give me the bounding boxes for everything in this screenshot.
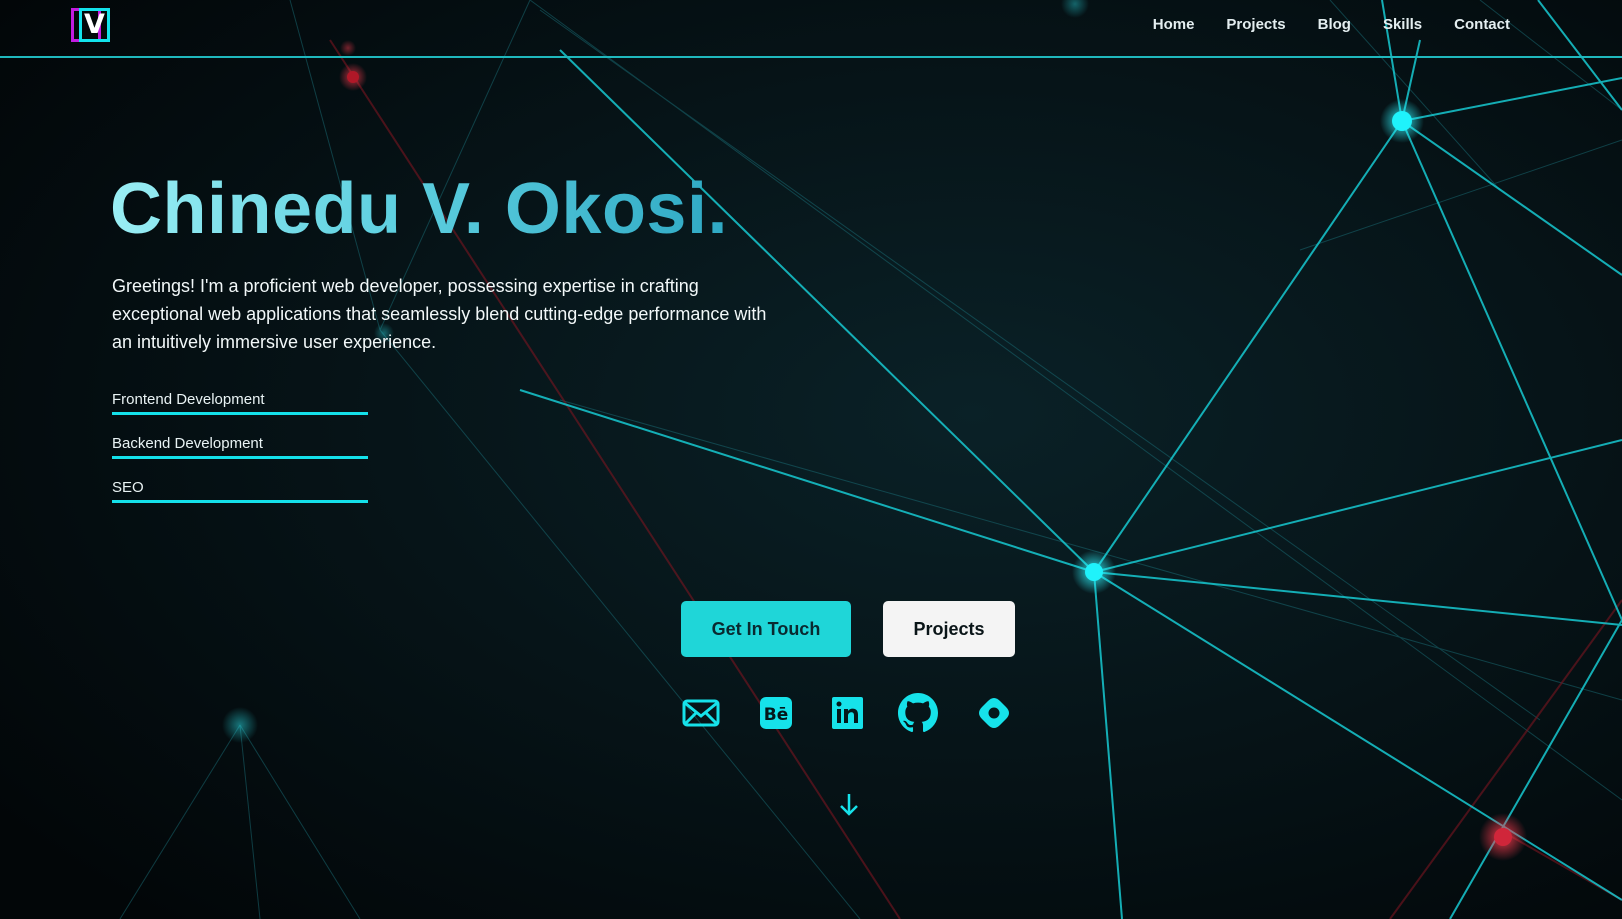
nav-link-projects[interactable]: Projects — [1226, 16, 1285, 33]
skill-bar — [112, 500, 368, 503]
mail-icon[interactable] — [681, 693, 721, 733]
top-navbar: V Home Projects Blog Skills Contact — [0, 0, 1622, 58]
hero-description: Greetings! I'm a proficient web develope… — [112, 276, 767, 352]
skill-label: SEO — [112, 479, 144, 496]
site-logo[interactable]: V — [71, 8, 111, 42]
projects-button[interactable]: Projects — [883, 601, 1015, 657]
scroll-down-arrow-icon[interactable] — [834, 790, 864, 820]
skill-item: SEO — [112, 478, 368, 522]
social-links: Bē — [681, 693, 1021, 733]
hashnode-icon[interactable] — [974, 693, 1014, 733]
skill-label: Backend Development — [112, 435, 263, 452]
skill-item: Backend Development — [112, 434, 368, 478]
skill-list: Frontend Development Backend Development… — [112, 390, 368, 522]
skill-item: Frontend Development — [112, 390, 368, 434]
skill-bar — [112, 456, 368, 459]
nav-links: Home Projects Blog Skills Contact — [1121, 16, 1510, 33]
hero-buttons: Get In Touch Projects — [681, 601, 1015, 657]
svg-text:Bē: Bē — [764, 705, 789, 725]
nav-link-blog[interactable]: Blog — [1318, 16, 1351, 33]
nav-link-contact[interactable]: Contact — [1454, 16, 1510, 33]
nav-link-home[interactable]: Home — [1153, 16, 1195, 33]
logo-letter: V — [84, 9, 105, 40]
linkedin-icon[interactable] — [827, 693, 867, 733]
skill-label: Frontend Development — [112, 391, 265, 408]
skill-bar — [112, 412, 368, 415]
github-icon[interactable] — [898, 693, 938, 733]
behance-icon[interactable]: Bē — [756, 693, 796, 733]
hero-title: Chinedu V. Okosi. — [110, 169, 728, 249]
get-in-touch-button[interactable]: Get In Touch — [681, 601, 851, 657]
nav-link-skills[interactable]: Skills — [1383, 16, 1422, 33]
